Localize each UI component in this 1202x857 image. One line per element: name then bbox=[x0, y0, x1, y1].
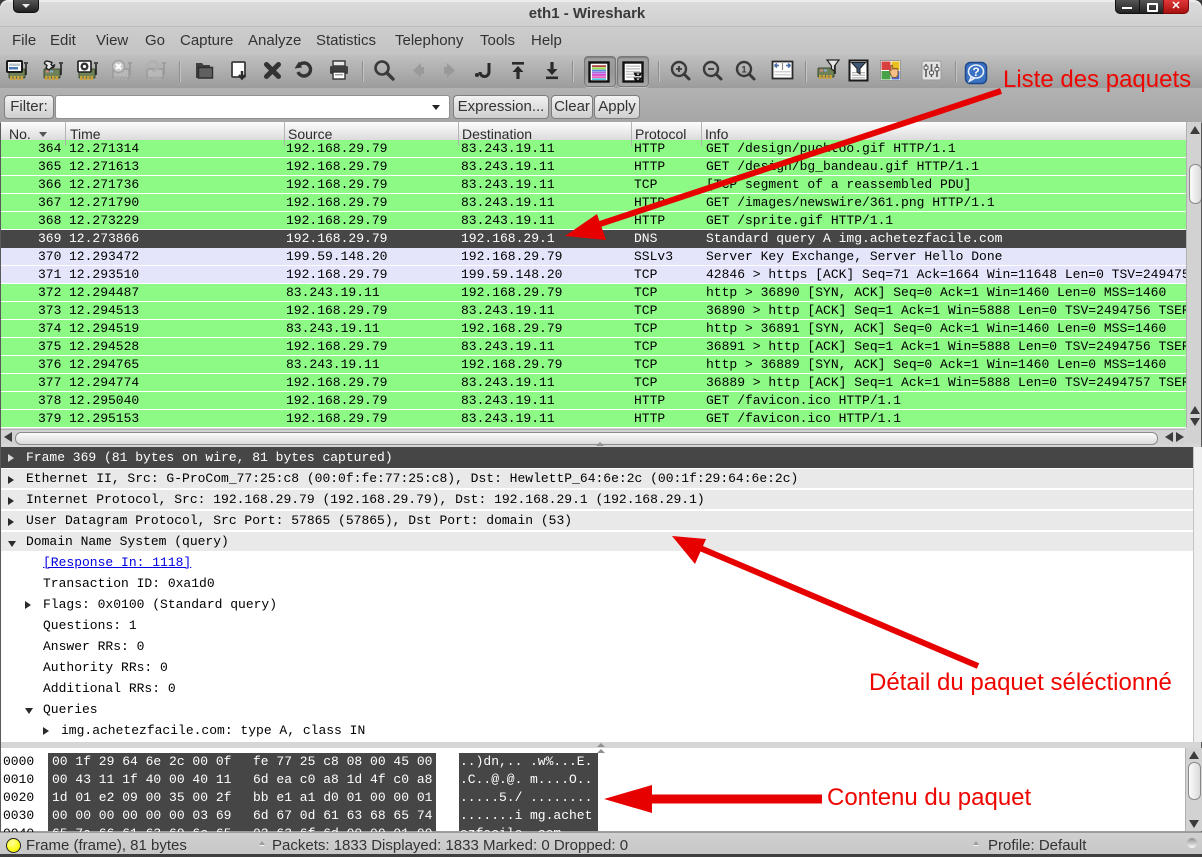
svg-text:1: 1 bbox=[741, 65, 746, 75]
svg-text:?: ? bbox=[972, 65, 979, 79]
